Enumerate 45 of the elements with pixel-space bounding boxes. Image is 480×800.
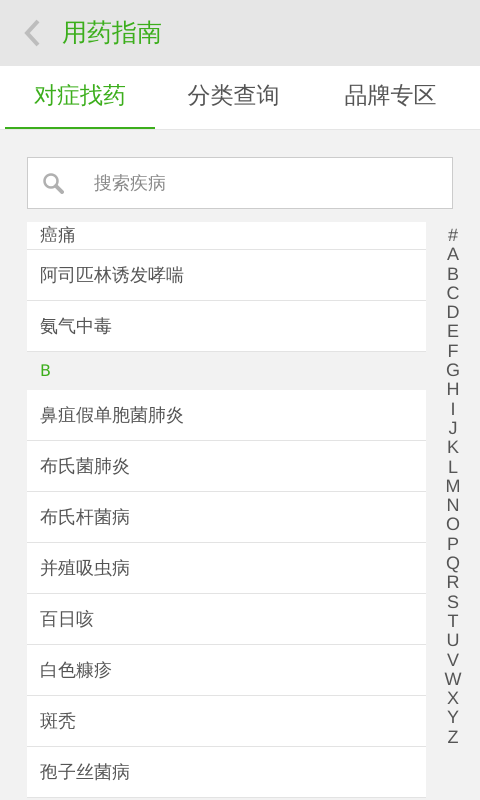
- list-item[interactable]: 布氏菌肺炎: [27, 441, 426, 492]
- index-letter[interactable]: Z: [448, 728, 458, 748]
- search-field[interactable]: 搜索疾病: [27, 157, 453, 209]
- index-letter[interactable]: A: [446, 245, 459, 265]
- back-icon: [23, 18, 41, 48]
- index-letter[interactable]: S: [446, 592, 459, 612]
- index-letter[interactable]: I: [450, 400, 456, 419]
- search-icon: [42, 172, 64, 194]
- index-letter[interactable]: J: [448, 418, 458, 438]
- index-letter[interactable]: M: [446, 476, 460, 496]
- index-letter[interactable]: R: [446, 573, 460, 593]
- index-letter[interactable]: B: [446, 264, 459, 284]
- list-item[interactable]: 并殖吸虫病: [27, 543, 426, 594]
- index-letter[interactable]: T: [448, 612, 458, 632]
- index-letter[interactable]: #: [448, 226, 458, 246]
- list-item[interactable]: 鼻疽假单胞菌肺炎: [27, 390, 426, 441]
- index-letter[interactable]: W: [444, 670, 462, 690]
- list-item[interactable]: 百日咳: [27, 594, 426, 645]
- index-letter[interactable]: P: [446, 534, 459, 554]
- index-letter[interactable]: F: [448, 342, 458, 362]
- list-item[interactable]: 斑秃: [27, 696, 426, 747]
- index-letter[interactable]: V: [446, 650, 459, 670]
- index-letter[interactable]: Q: [446, 554, 460, 574]
- index-letter[interactable]: G: [446, 361, 460, 380]
- index-letter[interactable]: E: [446, 322, 459, 342]
- tab[interactable]: 品牌专区: [312, 66, 469, 129]
- list-item[interactable]: 白色糠疹: [27, 645, 426, 696]
- list-item[interactable]: 孢子丝菌病: [27, 747, 426, 798]
- tab[interactable]: 分类查询: [155, 66, 312, 129]
- index-letter[interactable]: O: [446, 515, 460, 535]
- index-letter[interactable]: N: [446, 496, 460, 516]
- index-letter[interactable]: U: [446, 631, 460, 651]
- section-header: B: [40, 360, 51, 382]
- list-item[interactable]: 布氏杆菌病: [27, 492, 426, 543]
- index-letter[interactable]: H: [446, 380, 460, 400]
- index-letter[interactable]: K: [446, 438, 459, 458]
- list-item[interactable]: 阿司匹林诱发哮喘: [27, 250, 426, 301]
- page-title: 用药指南: [62, 17, 162, 50]
- list-item[interactable]: 氨气中毒: [27, 301, 426, 352]
- index-letter[interactable]: D: [446, 303, 460, 322]
- index-letter[interactable]: C: [446, 284, 460, 304]
- index-letter[interactable]: L: [448, 458, 458, 477]
- index-letter[interactable]: X: [446, 689, 459, 708]
- index-letter[interactable]: Y: [446, 708, 459, 728]
- list-item[interactable]: 癌痛: [27, 222, 426, 250]
